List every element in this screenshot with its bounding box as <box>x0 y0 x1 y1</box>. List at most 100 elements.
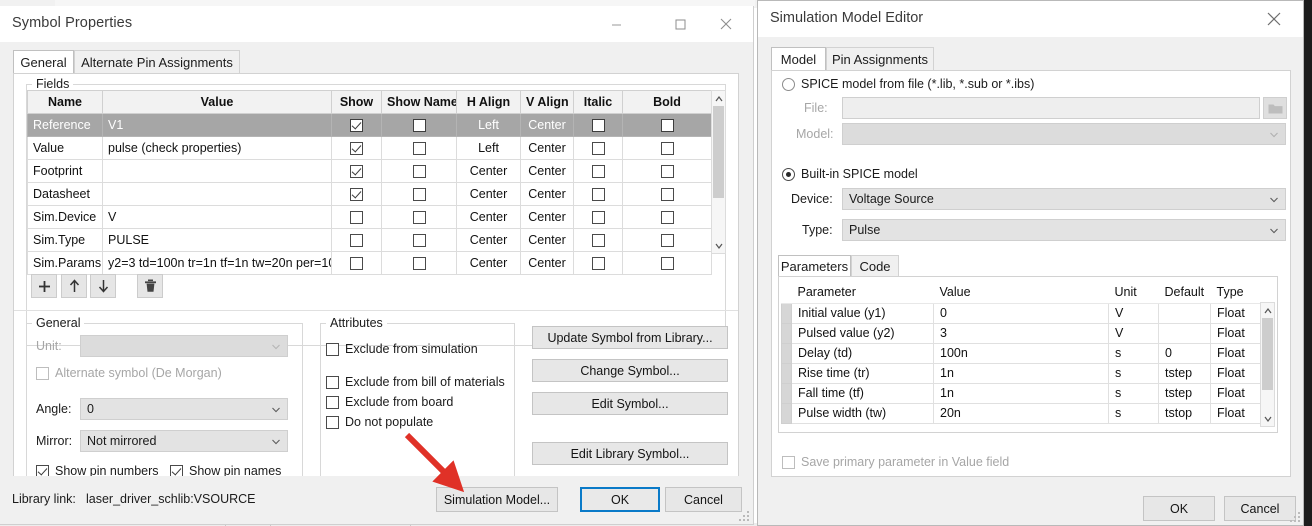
parameter-default-cell[interactable]: 0 <box>1159 343 1211 363</box>
table-row[interactable]: Sim.Paramsy2=3 td=100n tr=1n tf=1n tw=20… <box>28 252 712 275</box>
scroll-up-icon[interactable] <box>1261 303 1274 318</box>
attribute-checkbox[interactable] <box>326 416 339 429</box>
attribute-row[interactable]: Exclude from board <box>326 395 453 409</box>
change-symbol-button[interactable]: Change Symbol... <box>532 359 728 382</box>
type-combo[interactable]: Pulse <box>842 219 1286 241</box>
field-bold-checkbox-box[interactable] <box>661 257 674 270</box>
tab-alternate-pin-assignments[interactable]: Alternate Pin Assignments <box>74 50 240 74</box>
table-row[interactable]: Sim.TypePULSECenterCenter <box>28 229 712 252</box>
table-row[interactable]: Sim.DeviceVCenterCenter <box>28 206 712 229</box>
mirror-combo[interactable]: Not mirrored <box>80 430 288 452</box>
parameter-unit-cell[interactable]: V <box>1109 303 1159 323</box>
parameter-name-cell[interactable]: Pulsed value (y2) <box>792 323 934 343</box>
unit-combo[interactable] <box>80 335 288 357</box>
field-bold-checkbox-box[interactable] <box>661 165 674 178</box>
field-value-cell[interactable] <box>103 183 332 206</box>
sim-cancel-button[interactable]: Cancel <box>1224 496 1296 521</box>
table-row[interactable]: Initial value (y1)0VFloat <box>782 303 1261 323</box>
field-italic-checkbox[interactable] <box>574 183 623 206</box>
field-show-name-checkbox[interactable] <box>382 252 457 275</box>
fields-column-header[interactable]: Value <box>103 91 332 114</box>
field-bold-checkbox-box[interactable] <box>661 119 674 132</box>
parameter-value-cell[interactable]: 20n <box>934 403 1109 423</box>
move-field-down-button[interactable] <box>90 274 116 298</box>
edit-symbol-button[interactable]: Edit Symbol... <box>532 392 728 415</box>
field-valign-cell[interactable]: Center <box>521 252 574 275</box>
field-show-checkbox[interactable] <box>332 252 382 275</box>
field-value-cell[interactable] <box>103 160 332 183</box>
parameter-name-cell[interactable]: Initial value (y1) <box>792 303 934 323</box>
field-value-cell[interactable]: V1 <box>103 114 332 137</box>
field-bold-checkbox-box[interactable] <box>661 211 674 224</box>
attribute-checkbox[interactable] <box>326 343 339 356</box>
field-valign-cell[interactable]: Center <box>521 160 574 183</box>
field-name-cell[interactable]: Value <box>28 137 103 160</box>
field-italic-checkbox-box[interactable] <box>592 188 605 201</box>
field-valign-cell[interactable]: Center <box>521 183 574 206</box>
field-show-checkbox-box[interactable] <box>350 211 363 224</box>
field-bold-checkbox[interactable] <box>623 183 712 206</box>
field-italic-checkbox[interactable] <box>574 160 623 183</box>
field-name-cell[interactable]: Datasheet <box>28 183 103 206</box>
parameter-default-cell[interactable] <box>1159 323 1211 343</box>
field-bold-checkbox[interactable] <box>623 229 712 252</box>
maximize-icon[interactable] <box>658 9 703 39</box>
attribute-row[interactable]: Do not populate <box>326 415 433 429</box>
fields-table[interactable]: NameValueShowShow NameH AlignV AlignItal… <box>27 90 712 275</box>
builtin-spice-radio[interactable] <box>782 168 795 181</box>
field-show-checkbox[interactable] <box>332 183 382 206</box>
tab-general[interactable]: General <box>13 50 74 74</box>
field-show-checkbox[interactable] <box>332 137 382 160</box>
parameter-default-cell[interactable] <box>1159 303 1211 323</box>
scrollbar-thumb[interactable] <box>713 106 724 198</box>
folder-icon[interactable] <box>1263 97 1287 119</box>
field-show-name-checkbox-box[interactable] <box>413 119 426 132</box>
field-halign-cell[interactable]: Center <box>457 252 521 275</box>
parameter-name-cell[interactable]: Fall time (tf) <box>792 383 934 403</box>
save-primary-parameter-checkbox[interactable] <box>782 456 795 469</box>
field-show-checkbox-box[interactable] <box>350 165 363 178</box>
field-halign-cell[interactable]: Center <box>457 160 521 183</box>
field-show-checkbox[interactable] <box>332 229 382 252</box>
field-italic-checkbox[interactable] <box>574 137 623 160</box>
parameters-column-header[interactable]: Unit <box>1109 281 1159 303</box>
attribute-checkbox[interactable] <box>326 396 339 409</box>
field-show-name-checkbox[interactable] <box>382 229 457 252</box>
fields-column-header[interactable]: Show Name <box>382 91 457 114</box>
delete-field-button[interactable] <box>137 274 163 298</box>
parameters-column-header[interactable]: Default <box>1159 281 1211 303</box>
tab-pin-assignments[interactable]: Pin Assignments <box>826 47 934 71</box>
parameters-table[interactable]: ParameterValueUnitDefaultType Initial va… <box>781 281 1261 424</box>
field-bold-checkbox-box[interactable] <box>661 188 674 201</box>
parameter-unit-cell[interactable]: s <box>1109 383 1159 403</box>
scroll-up-icon[interactable] <box>712 91 725 106</box>
field-italic-checkbox[interactable] <box>574 229 623 252</box>
field-show-checkbox[interactable] <box>332 206 382 229</box>
parameters-column-header[interactable]: Parameter <box>792 281 934 303</box>
attribute-row[interactable]: Exclude from bill of materials <box>326 375 505 389</box>
scroll-down-icon[interactable] <box>712 238 725 253</box>
field-show-name-checkbox-box[interactable] <box>413 234 426 247</box>
parameter-default-cell[interactable]: tstep <box>1159 383 1211 403</box>
field-show-checkbox-box[interactable] <box>350 234 363 247</box>
parameter-type-cell[interactable]: Float <box>1211 403 1261 423</box>
field-show-name-checkbox[interactable] <box>382 137 457 160</box>
field-halign-cell[interactable]: Center <box>457 206 521 229</box>
parameter-row-handle[interactable] <box>782 363 792 383</box>
table-row[interactable]: Valuepulse (check properties)LeftCenter <box>28 137 712 160</box>
table-row[interactable]: ReferenceV1LeftCenter <box>28 114 712 137</box>
field-halign-cell[interactable]: Center <box>457 183 521 206</box>
table-row[interactable]: FootprintCenterCenter <box>28 160 712 183</box>
parameters-table-body[interactable]: Initial value (y1)0VFloatPulsed value (y… <box>782 303 1261 423</box>
parameter-value-cell[interactable]: 100n <box>934 343 1109 363</box>
builtin-spice-radio-row[interactable]: Built-in SPICE model <box>782 167 918 181</box>
field-name-cell[interactable]: Sim.Type <box>28 229 103 252</box>
cancel-button[interactable]: Cancel <box>665 487 742 512</box>
alternate-symbol-checkbox[interactable] <box>36 367 49 380</box>
table-row[interactable]: Datasheet CenterCenter <box>28 183 712 206</box>
field-valign-cell[interactable]: Center <box>521 206 574 229</box>
tab-model[interactable]: Model <box>771 47 826 71</box>
field-show-name-checkbox[interactable] <box>382 160 457 183</box>
parameter-unit-cell[interactable]: s <box>1109 403 1159 423</box>
field-italic-checkbox[interactable] <box>574 252 623 275</box>
